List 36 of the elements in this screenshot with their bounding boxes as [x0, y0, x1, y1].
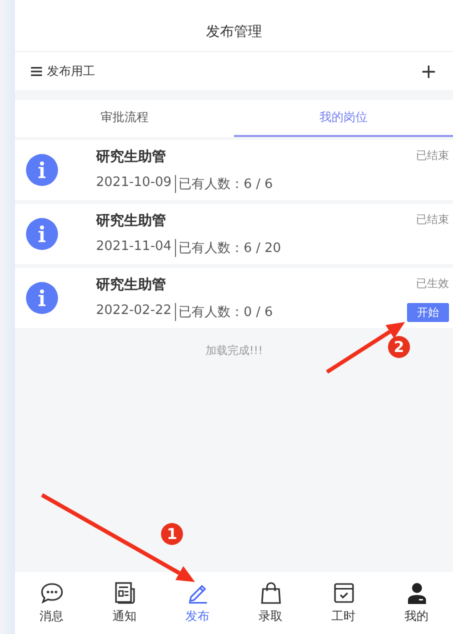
tab[interactable]: 审批流程 — [15, 100, 234, 137]
job-date: 2021-10-09 — [96, 174, 176, 192]
chat-icon — [40, 581, 64, 605]
headcount: 已有人数：6 / 20 — [178, 240, 282, 256]
nav-item[interactable]: 工时 — [307, 572, 380, 634]
nav-item[interactable]: 发布 — [161, 572, 234, 634]
page-title: 发布管理 — [206, 23, 262, 42]
newspaper-icon — [112, 581, 136, 605]
job-card[interactable]: 研究生助管 2021-11-04 已有人数：6 / 20 已结束 — [15, 204, 453, 264]
job-card[interactable]: 研究生助管 2022-02-22 已有人数：0 / 6 已生效 开始 — [15, 268, 453, 328]
bag-icon — [258, 581, 282, 605]
nav-item[interactable]: 我的 — [380, 572, 453, 634]
start-button[interactable]: 开始 — [407, 303, 449, 322]
info-icon — [26, 218, 58, 250]
status-label: 已生效 — [416, 276, 449, 291]
load-complete-text: 加载完成!!! — [205, 343, 263, 358]
status-label: 已结束 — [416, 148, 449, 163]
calendar-check-icon — [332, 581, 356, 605]
job-title: 研究生助管 — [96, 212, 167, 230]
info-icon — [26, 154, 58, 186]
info-icon — [26, 282, 58, 314]
headcount: 已有人数：6 / 6 — [178, 176, 273, 192]
headcount: 已有人数：0 / 6 — [178, 304, 273, 320]
publish-menu[interactable]: 发布用工 — [31, 62, 95, 80]
job-date: 2021-11-04 — [96, 238, 176, 256]
tab[interactable]: 我的岗位 — [234, 100, 453, 137]
job-title: 研究生助管 — [96, 276, 167, 294]
nav-item[interactable]: 录取 — [234, 572, 307, 634]
menu-icon — [31, 66, 42, 76]
add-button[interactable]: + — [416, 61, 441, 81]
job-date: 2022-02-22 — [96, 302, 176, 320]
nav-item[interactable]: 通知 — [88, 572, 161, 634]
nav-item[interactable]: 消息 — [15, 572, 88, 634]
job-title: 研究生助管 — [96, 148, 167, 166]
status-label: 已结束 — [416, 212, 449, 227]
job-card[interactable]: 研究生助管 2021-10-09 已有人数：6 / 6 已结束 — [15, 140, 453, 200]
